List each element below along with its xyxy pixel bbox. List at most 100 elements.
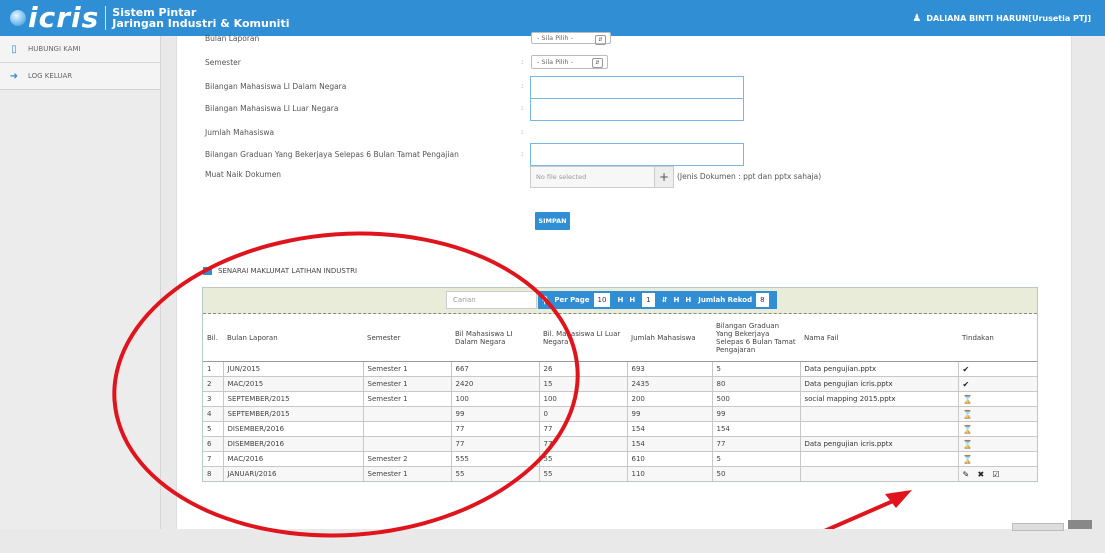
cell-bil: 4 (203, 406, 223, 422)
cell-graduan: 80 (711, 376, 800, 392)
cell-semester (362, 406, 451, 422)
sidebar-item-log-keluar[interactable]: ➜ LOG KELUAR (0, 63, 160, 90)
tagline-line-2: Jaringan Industri & Komuniti (112, 17, 290, 30)
graduan-input[interactable] (530, 143, 744, 166)
records-grid: Bil. Bulan Laporan Semester Bil Mahasisw… (203, 314, 1037, 481)
user-menu[interactable]: ♟ DALIANA BINTI HARUN[Urusetia PTJ] (912, 13, 1091, 24)
hourglass-icon: ⌛ (962, 409, 973, 419)
edit-icon[interactable]: ✎ (963, 470, 970, 479)
file-link[interactable] (799, 406, 958, 422)
file-upload-field[interactable]: No file selected + (530, 166, 674, 188)
col-tindakan: Tindakan (958, 314, 1037, 362)
table-row: 5 DISEMBER/2016 77 77 154 154 ⌛ (203, 421, 1037, 437)
cell-tindakan: ⌛ (957, 436, 1037, 452)
per-page-label: Per Page (554, 296, 590, 304)
cell-luar: 55 (538, 466, 627, 481)
logo-separator (105, 6, 107, 30)
cell-jumlah: 99 (626, 406, 712, 422)
col-bulan: Bulan Laporan (223, 314, 363, 362)
per-page-input[interactable]: 10 (593, 293, 611, 307)
cell-graduan: 50 (711, 466, 800, 481)
app-logo[interactable]: icris Sistem Pintar Jaringan Industri & … (10, 4, 289, 32)
cell-semester: Semester 1 (362, 361, 451, 377)
file-link[interactable]: Data pengujian.pptx (799, 361, 958, 377)
cell-semester (362, 421, 451, 437)
search-input[interactable]: Carian (446, 291, 537, 309)
cell-jumlah: 154 (626, 436, 712, 452)
file-link[interactable] (799, 451, 958, 467)
bulan-laporan-select[interactable]: - Sila Pilih - ⇵ (531, 32, 611, 45)
cell-tindakan: ⌛ (957, 451, 1037, 467)
label-muat-naik: Muat Naik Dokumen (205, 170, 282, 179)
delete-icon[interactable]: ✖ (977, 470, 984, 479)
file-link[interactable] (799, 421, 958, 437)
pager-bar: ⚲ Per Page 10 H H 1 ⇵ H H Jumlah Rekod 8 (538, 291, 777, 309)
table-row: 7 MAC/2016 Semester 2 555 55 610 5 ⌛ (203, 451, 1037, 467)
cell-dalam: 2420 (450, 376, 539, 392)
cell-luar: 55 (538, 451, 627, 467)
page-spinner-icon[interactable]: ⇵ (662, 296, 668, 304)
cell-luar: 26 (538, 361, 627, 377)
table-row: 8 JANUARI/2016 Semester 1 55 55 110 50 ✎… (203, 466, 1037, 481)
file-link[interactable]: Data pengujian icris.pptx (799, 436, 958, 452)
scrollbar-track[interactable] (1012, 523, 1064, 531)
records-table: Carian ⚲ Per Page 10 H H 1 ⇵ H H Jumlah … (202, 287, 1038, 482)
cell-bulan: SEPTEMBER/2015 (222, 391, 363, 407)
cell-graduan: 5 (711, 451, 800, 467)
cell-bil: 7 (203, 451, 223, 467)
last-page-icon[interactable]: H (685, 296, 691, 304)
select-spinner-icon: ⇵ (595, 35, 606, 45)
cell-dalam: 100 (450, 391, 539, 407)
cell-graduan: 77 (711, 436, 800, 452)
cell-bulan: DISEMBER/2016 (222, 436, 363, 452)
cell-jumlah: 200 (626, 391, 712, 407)
label-bulan-laporan: Bulan Laporan (205, 34, 260, 43)
cell-dalam: 77 (450, 421, 539, 437)
file-link[interactable]: Data pengujian icris.pptx (799, 376, 958, 392)
sidebar-item-hubungi-kami[interactable]: ▯ HUBUNGI KAMI (0, 36, 160, 63)
file-link[interactable]: social mapping 2015.pptx (799, 391, 958, 407)
cell-bulan: MAC/2015 (222, 376, 363, 392)
cell-jumlah: 693 (626, 361, 712, 377)
cell-dalam: 77 (450, 436, 539, 452)
logo-orb-icon (10, 10, 26, 26)
colon: : (521, 58, 524, 66)
cell-dalam: 99 (450, 406, 539, 422)
cell-luar: 77 (538, 421, 627, 437)
table-row: 3 SEPTEMBER/2015 Semester 1 100 100 200 … (203, 391, 1037, 407)
file-link[interactable] (799, 466, 958, 481)
col-semester: Semester (363, 314, 451, 362)
next-page-icon[interactable]: H (674, 296, 680, 304)
bulan-select-value: - Sila Pilih - (537, 34, 573, 42)
table-row: 1 JUN/2015 Semester 1 667 26 693 5 Data … (203, 361, 1037, 377)
prev-page-icon[interactable]: H (629, 296, 635, 304)
cell-bil: 2 (203, 376, 223, 392)
scrollbar-thumb[interactable] (1068, 520, 1092, 529)
cell-graduan: 5 (711, 361, 800, 377)
col-luar: Bil. Mahasiswa LI Luar Negara (539, 314, 627, 362)
cell-tindakan: ✎ ✖ ☑ (957, 466, 1037, 481)
luar-negara-input[interactable] (530, 98, 744, 121)
cell-graduan: 500 (711, 391, 800, 407)
cell-bil: 5 (203, 421, 223, 437)
table-row: 2 MAC/2015 Semester 1 2420 15 2435 80 Da… (203, 376, 1037, 392)
label-luar-negara: Bilangan Mahasiswa LI Luar Negara (205, 104, 339, 113)
logout-icon: ➜ (9, 70, 19, 82)
cell-bil: 1 (203, 361, 223, 377)
add-file-icon[interactable]: + (654, 166, 674, 188)
list-title: SENARAI MAKLUMAT LATIHAN INDUSTRI (218, 267, 358, 275)
page-select[interactable]: 1 (642, 293, 655, 307)
submit-icon[interactable]: ☑ (992, 470, 999, 479)
table-header-row: Bil. Bulan Laporan Semester Bil Mahasisw… (203, 314, 1037, 362)
cell-luar: 0 (538, 406, 627, 422)
cell-tindakan: ⌛ (957, 421, 1037, 437)
cell-bulan: JANUARI/2016 (222, 466, 363, 481)
search-icon[interactable]: ⚲ (541, 295, 548, 306)
top-header: icris Sistem Pintar Jaringan Industri & … (0, 0, 1105, 36)
check-circle-icon: ✔ (962, 364, 970, 374)
first-page-icon[interactable]: H (617, 296, 623, 304)
semester-select[interactable]: - Sila Pilih - ⇵ (531, 55, 608, 69)
simpan-button[interactable]: SIMPAN (535, 212, 570, 230)
dalam-negara-input[interactable] (530, 76, 744, 99)
list-section-title: SENARAI MAKLUMAT LATIHAN INDUSTRI (203, 267, 357, 275)
